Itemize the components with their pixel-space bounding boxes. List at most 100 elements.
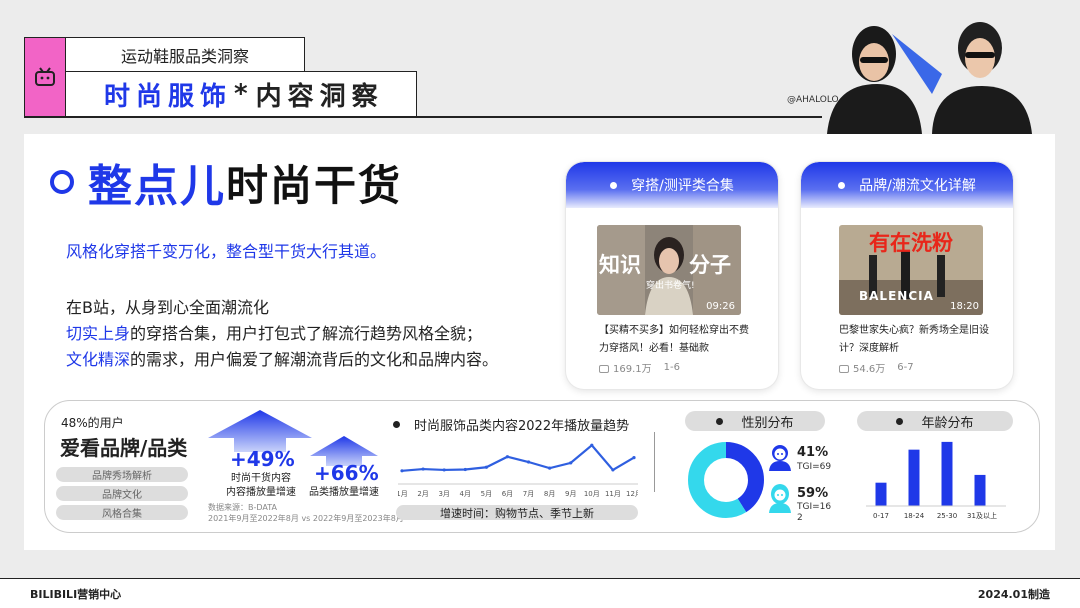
growth-value: +49%	[230, 447, 295, 471]
tv-icon	[35, 67, 55, 86]
female-tgi-line: TGI=16	[797, 502, 832, 512]
gender-title-pill: 性别分布	[685, 411, 825, 431]
episode-range: 6-7	[897, 362, 914, 373]
trend-tick-label: 3月	[438, 490, 449, 498]
trend-note: 增速时间：购物节点、季节上新	[396, 505, 638, 520]
header-divider	[24, 116, 850, 118]
views-count: 54.6万	[839, 360, 885, 375]
trend-point	[484, 465, 488, 469]
video-card-outfits[interactable]: 穿搭/测评类合集 知识 分子 穿出书卷气! 09:26 【买精不买多】如何轻松穿…	[566, 162, 778, 389]
age-tick-label: 25-30	[937, 512, 957, 520]
section-title: 整点儿 时尚干货	[50, 150, 402, 214]
growth-label: 时尚干货内容 内容播放量增速	[218, 472, 304, 500]
trend-point	[463, 467, 467, 472]
trend-tick-label: 11月	[605, 490, 621, 498]
interest-pill: 品牌文化	[56, 486, 188, 501]
user-share-title: 爱看品牌/品类	[60, 436, 188, 460]
trend-point	[526, 460, 531, 464]
photo-credit: @AHALOLO	[787, 95, 839, 105]
age-title-pill: 年龄分布	[857, 411, 1013, 431]
section-title-blue: 整点儿	[88, 161, 226, 212]
male-percent: 41%	[797, 445, 829, 460]
footer: BILIBILI营销中心 2024.01制造	[0, 578, 1080, 608]
video-card-title: 穿搭/测评类合集	[631, 178, 734, 194]
trend-tick-label: 8月	[544, 490, 555, 498]
body-text-rest: 的需求，用户偏爱了解潮流背后的文化和品牌内容。	[130, 350, 499, 369]
page-title-part2: 内容洞察	[255, 81, 384, 112]
female-tgi-line: 2	[797, 513, 803, 523]
bullet-icon	[716, 417, 724, 425]
body-line-2: 切实上身的穿搭合集，用户打包式了解流行趋势风格全貌；	[66, 321, 498, 347]
trend-tick-label: 12月	[626, 490, 638, 498]
growth-label: 品类播放量增速	[309, 487, 379, 498]
trend-point	[611, 468, 615, 472]
video-caption[interactable]: 【买精不买多】如何轻松穿出不费力穿搭风！必看！基础款	[599, 322, 749, 358]
gender-donut-chart	[688, 442, 764, 518]
male-user-icon	[769, 445, 791, 471]
age-bar	[941, 441, 953, 506]
trend-point	[421, 467, 425, 471]
video-card-header: 品牌/潮流文化详解	[801, 162, 1013, 208]
bullet-icon	[838, 181, 846, 189]
growth-arrow-icon	[208, 410, 312, 452]
trend-point	[569, 461, 573, 465]
video-thumbnail[interactable]: 有在洗粉 BALENCIA 18:20	[839, 225, 983, 315]
trend-tick-label: 1月	[398, 490, 408, 498]
views-count: 169.1万	[599, 360, 652, 375]
trend-line-chart: 1月 2月 3月 4月 5月 6月 7月 8月 9月 10月 11月 12月	[398, 443, 638, 498]
bullet-icon	[610, 181, 618, 189]
data-source-line: 数据来源：B-DATA	[208, 503, 277, 512]
video-duration: 09:26	[706, 301, 735, 312]
age-bar-chart: 0-17 18-24 25-30 31及以上	[866, 441, 1006, 520]
views-value: 169.1万	[613, 364, 652, 375]
thumbnail-subtext: 穿出书卷气!	[646, 281, 695, 291]
video-card-header: 穿搭/测评类合集	[566, 162, 778, 208]
video-meta: 169.1万 1-6	[599, 360, 680, 375]
body-text-rest: 的穿搭合集，用户打包式了解流行趋势风格全貌；	[130, 324, 483, 343]
page-title: 时尚服饰 * 内容洞察	[65, 71, 417, 117]
trend-chart-title: 时尚服饰品类内容2022年播放量趋势	[393, 415, 629, 434]
trend-tick-label: 6月	[502, 490, 513, 498]
trend-tick-label: 5月	[481, 490, 492, 498]
age-tick-label: 18-24	[904, 512, 925, 520]
section-title-black: 时尚干货	[226, 160, 403, 210]
trend-point	[400, 469, 404, 473]
female-tgi: TGI=16 2	[797, 502, 831, 524]
video-meta: 54.6万 6-7	[839, 360, 914, 375]
highlight-text: 文化精深	[66, 350, 131, 369]
age-tick-label: 31及以上	[967, 511, 997, 520]
trend-point	[632, 456, 636, 460]
footer-brand: BILIBILI营销中心	[30, 587, 122, 601]
body-text: 在B站，从身到心全面潮流化 切实上身的穿搭合集，用户打包式了解流行趋势风格全貌；…	[66, 295, 498, 373]
thumbnail-text-left: 知识	[599, 253, 641, 277]
page-title-part1: 时尚服饰	[104, 81, 233, 112]
age-tick-label: 0-17	[873, 512, 889, 520]
trend-point	[505, 455, 510, 459]
highlight-text: 切实上身	[66, 324, 131, 343]
models-photo	[822, 14, 1042, 134]
age-title: 年龄分布	[921, 415, 974, 431]
play-count-icon	[839, 365, 849, 373]
thumbnail-text-right: 分子	[689, 253, 731, 277]
user-share-label: 48%的用户	[61, 416, 124, 430]
body-line-1: 在B站，从身到心全面潮流化	[66, 298, 269, 317]
growth-value: +66%	[314, 461, 379, 485]
trend-title-text: 时尚服饰品类内容2022年播放量趋势	[414, 419, 630, 434]
video-thumbnail[interactable]: 知识 分子 穿出书卷气! 09:26	[597, 225, 741, 315]
vertical-divider	[654, 432, 655, 492]
lead-text: 风格化穿搭千变万化，整合型干货大行其道。	[66, 242, 387, 261]
gender-title: 性别分布	[741, 415, 794, 431]
body-line-3: 文化精深的需求，用户偏爱了解潮流背后的文化和品牌内容。	[66, 347, 498, 373]
video-card-title: 品牌/潮流文化详解	[859, 178, 976, 194]
video-card-brand[interactable]: 品牌/潮流文化详解 有在洗粉 BALENCIA 18:20 巴黎世家失心疯？新秀…	[801, 162, 1013, 389]
interest-pill: 品牌秀场解析	[56, 467, 188, 482]
trend-point	[442, 468, 446, 472]
data-source-line: 2021年9月至2022年8月 vs 2022年9月至2023年8月	[208, 514, 404, 523]
interest-pill: 风格合集	[56, 505, 188, 520]
episode-range: 1-6	[663, 362, 680, 373]
trend-point	[590, 443, 594, 447]
header-subtitle: 运动鞋服品类洞察	[65, 37, 305, 72]
footer-date: 2024.01制造	[977, 587, 1050, 601]
trend-tick-label: 9月	[565, 490, 576, 498]
video-caption[interactable]: 巴黎世家失心疯？新秀场全是旧设计？深度解析	[839, 322, 989, 358]
